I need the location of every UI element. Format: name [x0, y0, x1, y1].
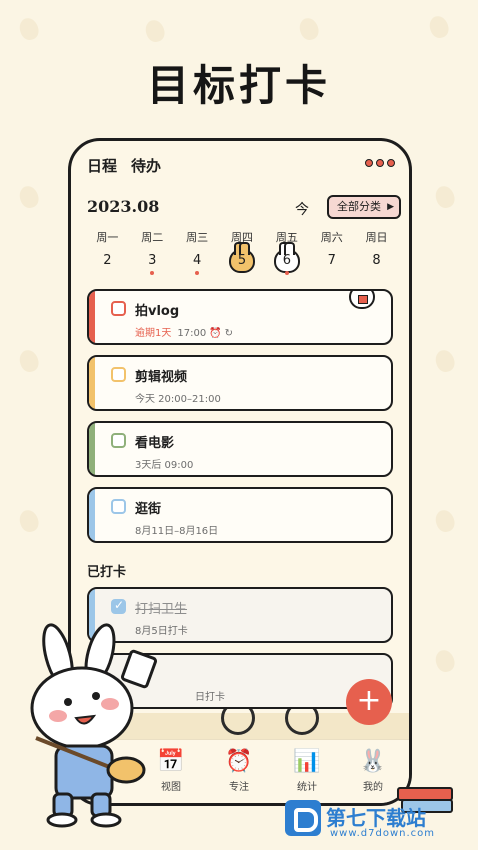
overdue-label: 逾期1天: [135, 328, 172, 339]
day-number: 6: [282, 253, 291, 268]
day-cell[interactable]: 7: [309, 245, 354, 277]
task-checkbox[interactable]: [111, 499, 126, 514]
background-pattern: [426, 13, 452, 41]
day-cell[interactable]: 2: [85, 245, 130, 277]
task-title: 逛街: [135, 502, 162, 517]
day-number: 8: [372, 253, 381, 268]
day-cell[interactable]: 4: [175, 245, 220, 277]
background-pattern: [16, 507, 42, 535]
nav-label: 统计: [297, 782, 317, 793]
tab-schedule[interactable]: 日程: [84, 155, 120, 179]
task-checkbox-checked[interactable]: [111, 598, 126, 614]
bar-chart-icon: 📊: [293, 749, 321, 774]
view-tabs: 日程 待办: [84, 155, 161, 179]
task-checkbox[interactable]: [111, 367, 126, 382]
bunny-mascot-illustration: [30, 623, 158, 828]
week-days: 2 3 4 5 6 7 8: [85, 242, 399, 277]
task-card[interactable]: 逛街 8月11日–8月16日: [87, 487, 393, 543]
nav-profile[interactable]: 🐰 我的: [343, 748, 403, 793]
task-color-strip: [89, 291, 95, 343]
background-pattern: [16, 183, 42, 211]
event-dot: [150, 271, 155, 275]
task-title: 看电影: [135, 436, 175, 451]
category-filter-button[interactable]: 全部分类 ▶: [327, 195, 401, 219]
nav-stats[interactable]: 📊 统计: [277, 748, 337, 793]
task-time: 今天 20:00–21:00: [135, 394, 221, 405]
task-card[interactable]: 拍vlog 逾期1天 17:00 ⏰ ↻: [87, 289, 393, 345]
add-task-button[interactable]: +: [346, 679, 392, 725]
day-number: 7: [327, 253, 336, 268]
category-filter-label: 全部分类: [337, 200, 381, 213]
event-dot: [284, 271, 289, 275]
page-headline: 目标打卡: [146, 61, 331, 110]
month-label[interactable]: 2023.08: [87, 197, 159, 216]
task-list: 拍vlog 逾期1天 17:00 ⏰ ↻ 剪辑视频 今天 20:00–21:00 看电…: [87, 289, 393, 553]
alarm-clock-icon: ⏰: [225, 749, 253, 774]
task-time-value: 17:00: [177, 328, 207, 339]
background-pattern: [16, 15, 42, 43]
background-pattern: [432, 647, 458, 675]
background-pattern: [432, 507, 458, 535]
task-color-strip: [89, 489, 95, 541]
event-dot: [195, 271, 200, 275]
day-cell-today[interactable]: 5: [220, 242, 265, 277]
task-card[interactable]: 剪辑视频 今天 20:00–21:00: [87, 355, 393, 411]
watermark-name: 第七下载站: [326, 806, 426, 830]
task-time: 日打卡: [195, 692, 225, 703]
day-cell[interactable]: 3: [130, 245, 175, 277]
task-title: 拍vlog: [135, 304, 180, 319]
task-time: 8月11日–8月16日: [135, 526, 219, 537]
task-title: 打扫卫生: [135, 602, 188, 617]
weekday-label: 周一: [96, 231, 119, 244]
day-number: 4: [192, 253, 202, 268]
today-button[interactable]: 今: [295, 199, 309, 219]
repeat-icon: ↻: [224, 328, 234, 339]
bunny-sticker-icon: [349, 291, 375, 309]
weekday-label: 周日: [365, 231, 388, 244]
day-cell-selected[interactable]: 6: [264, 242, 309, 277]
background-pattern: [432, 183, 458, 211]
task-time: 逾期1天 17:00 ⏰ ↻: [135, 324, 233, 339]
nav-label: 专注: [229, 782, 249, 793]
task-color-strip: [89, 357, 95, 409]
day-number: 2: [103, 253, 112, 268]
background-pattern: [296, 15, 322, 43]
done-section-title: 已打卡: [84, 561, 129, 582]
month-header: 2023.08 今 全部分类 ▶: [85, 195, 401, 221]
task-card[interactable]: 看电影 3天后 09:00: [87, 421, 393, 477]
nav-label: 我的: [363, 782, 383, 793]
weekday-label: 周六: [320, 231, 343, 244]
background-pattern: [432, 347, 458, 375]
tab-todo[interactable]: 待办: [131, 155, 161, 176]
task-color-strip: [89, 423, 95, 475]
more-icon[interactable]: [365, 159, 395, 167]
background-pattern: [16, 347, 42, 375]
task-checkbox[interactable]: [111, 301, 126, 316]
task-time: 3天后 09:00: [135, 460, 194, 471]
task-checkbox[interactable]: [111, 433, 126, 448]
alarm-icon: ⏰: [209, 328, 222, 339]
watermark-logo: [285, 800, 321, 836]
watermark-url: www.d7down.com: [330, 828, 436, 839]
bunny-icon: 🐰: [359, 749, 387, 774]
day-cell[interactable]: 8: [354, 245, 399, 277]
day-number: 3: [148, 253, 157, 268]
background-pattern: [142, 17, 168, 45]
weekday-label: 周三: [186, 231, 209, 244]
day-number: 5: [237, 253, 247, 268]
task-title: 剪辑视频: [135, 370, 188, 385]
nav-focus[interactable]: ⏰ 专注: [209, 748, 269, 793]
caret-right-icon: ▶: [387, 202, 394, 212]
weekday-label: 周二: [141, 231, 164, 244]
